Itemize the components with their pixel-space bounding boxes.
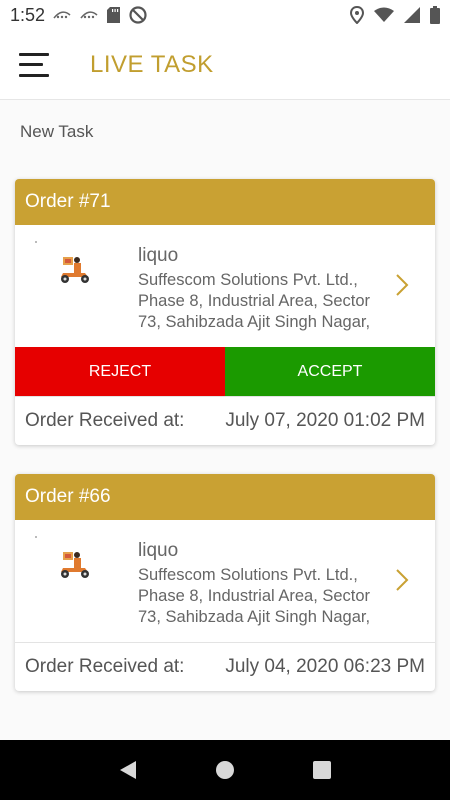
dot <box>35 241 37 243</box>
delivery-scooter-icon <box>55 253 95 285</box>
reject-button[interactable]: REJECT <box>15 347 225 396</box>
status-left-icons <box>53 6 147 24</box>
order-card-header: Order #71 <box>15 179 435 225</box>
received-date: July 07, 2020 01:02 PM <box>225 410 425 431</box>
accept-button[interactable]: ACCEPT <box>225 347 435 396</box>
sd-card-icon <box>107 7 121 23</box>
status-bar: 1:52 <box>0 0 450 30</box>
back-icon[interactable] <box>116 758 140 782</box>
order-actions: REJECT ACCEPT <box>15 347 435 396</box>
main-content: New Task Order #71 liquo Suffescom Solut… <box>0 100 450 740</box>
task-address: Suffescom Solutions Pvt. Ltd., Phase 8, … <box>138 271 371 331</box>
battery-icon <box>430 6 440 24</box>
received-label: Order Received at: <box>25 410 185 431</box>
do-not-disturb-icon <box>129 6 147 24</box>
order-card-body[interactable]: liquo Suffescom Solutions Pvt. Ltd., Pha… <box>15 225 435 347</box>
chevron-right-icon[interactable] <box>395 568 409 592</box>
task-name: liquo <box>138 540 179 561</box>
order-card-body[interactable]: liquo Suffescom Solutions Pvt. Ltd., Pha… <box>15 520 435 642</box>
wifi-icon <box>374 7 394 23</box>
recents-icon[interactable] <box>310 758 334 782</box>
order-card-footer: Order Received at: July 04, 2020 06:23 P… <box>15 642 435 691</box>
order-card: Order #71 liquo Suffescom Solutions Pvt. <box>15 179 435 445</box>
received-date: July 04, 2020 06:23 PM <box>225 656 425 677</box>
appr-icon <box>80 9 98 21</box>
home-icon[interactable] <box>213 758 237 782</box>
page-title: LIVE TASK <box>90 50 214 78</box>
order-card-footer: Order Received at: July 07, 2020 01:02 P… <box>15 396 435 445</box>
task-address: Suffescom Solutions Pvt. Ltd., Phase 8, … <box>138 566 371 626</box>
location-icon <box>350 6 364 24</box>
order-title: Order #71 <box>25 191 111 212</box>
signal-icon <box>404 7 420 23</box>
delivery-scooter-icon <box>55 548 95 580</box>
status-right-icons <box>350 6 440 24</box>
menu-line <box>19 52 49 56</box>
task-name: liquo <box>138 245 179 266</box>
system-nav-bar <box>0 740 450 800</box>
menu-icon[interactable] <box>19 52 53 77</box>
order-title: Order #66 <box>25 486 111 507</box>
chevron-right-icon[interactable] <box>395 273 409 297</box>
dot <box>35 536 37 538</box>
order-card: Order #66 liquo Suffescom Solutions Pvt. <box>15 474 435 691</box>
section-label-new-task: New Task <box>20 122 94 141</box>
received-label: Order Received at: <box>25 656 185 677</box>
order-card-header: Order #66 <box>15 474 435 520</box>
app-bar: LIVE TASK <box>0 30 450 100</box>
menu-line <box>19 73 49 77</box>
appr-icon <box>53 9 71 21</box>
menu-line <box>19 63 43 66</box>
status-time: 1:52 <box>10 4 46 25</box>
